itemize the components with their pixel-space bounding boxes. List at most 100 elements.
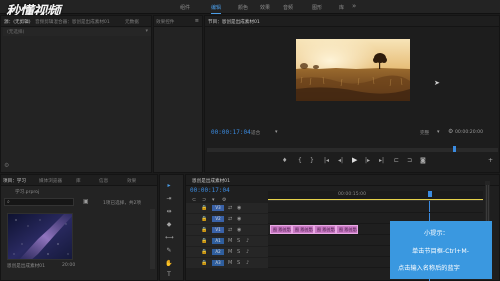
track-label[interactable]: A2 — [212, 249, 224, 255]
slip-tool-icon[interactable]: ⟷ — [165, 234, 174, 241]
work-area-bar[interactable] — [268, 199, 483, 200]
lock-icon[interactable]: 🔒 — [201, 216, 207, 222]
track-header: 🔒 A1 M S ♪ — [186, 236, 268, 246]
tip-line-1: 单击节目框-Ctrl+M- — [412, 248, 469, 255]
track-v3: 🔒 V3 ⇄ ◉ — [186, 203, 483, 213]
program-timecode-current[interactable]: 00:00:17:04 — [211, 129, 251, 136]
quality-dropdown[interactable]: 完整 — [420, 130, 429, 136]
sync-icon[interactable]: ⇄ — [228, 205, 232, 211]
tab-program[interactable]: 节目：恩创是出成素材01 — [208, 19, 260, 25]
tab-effect-controls[interactable]: 效果控件 — [156, 19, 174, 25]
fit-dropdown[interactable]: 适合 — [251, 130, 260, 136]
playhead-icon[interactable] — [428, 191, 432, 197]
tab-sequence[interactable]: 恩创是出成素材01 — [192, 178, 230, 184]
tab-effects[interactable]: 效果 — [127, 178, 136, 184]
wrench-icon[interactable]: ⚙ — [448, 128, 453, 135]
type-tool-icon[interactable]: T — [165, 271, 173, 278]
menu-bar: 组件 编辑 颜色 效果 音频 图形 库 » — [0, 0, 500, 14]
project-file-name: 学习.prproj — [15, 190, 40, 195]
mute-icon[interactable]: M — [228, 238, 232, 244]
media-thumbnail[interactable] — [7, 213, 73, 260]
tab-libraries[interactable]: 库 — [76, 178, 81, 184]
eye-icon[interactable]: ◉ — [237, 227, 241, 233]
go-to-in-icon[interactable]: |◂ — [324, 157, 329, 164]
track-label[interactable]: V1 — [212, 227, 224, 233]
menu-item-color[interactable]: 颜色 — [238, 4, 248, 11]
menu-item-effects[interactable]: 效果 — [260, 4, 270, 11]
step-forward-icon[interactable]: |▸ — [365, 157, 370, 164]
microphone-icon[interactable]: ♪ — [246, 249, 249, 255]
video-clip[interactable]: 图 恩创是出成素材01 — [292, 225, 314, 234]
sync-icon[interactable]: ⇄ — [228, 227, 232, 233]
search-icon: ⌕ — [7, 199, 10, 205]
video-clip[interactable]: 图 恩创是出成素材01 — [314, 225, 336, 234]
source-clip-dropdown[interactable]: (无选择) ▾ — [3, 28, 151, 36]
track-label[interactable]: A1 — [212, 238, 224, 244]
mark-out-icon[interactable]: } — [310, 157, 314, 164]
menu-item-editing[interactable]: 编辑 — [211, 4, 222, 14]
ripple-edit-tool-icon[interactable]: ⇹ — [165, 208, 173, 215]
sync-icon[interactable]: ⇄ — [228, 216, 232, 222]
play-icon[interactable]: ▶ — [352, 156, 357, 164]
media-item-name: 恩创是出成素材01 — [7, 264, 46, 269]
more-icon[interactable]: » — [352, 2, 360, 10]
solo-icon[interactable]: S — [237, 249, 240, 255]
chevron-down-icon: ▾ — [275, 129, 278, 135]
razor-tool-icon[interactable]: ◆ — [165, 221, 173, 228]
media-item-duration: 20:00 — [62, 263, 76, 268]
effect-controls-panel: 效果控件 ≡ — [153, 15, 203, 173]
lock-icon[interactable]: 🔒 — [201, 249, 207, 255]
insert-icon[interactable]: ⊏ — [394, 157, 399, 164]
solo-icon[interactable]: S — [237, 238, 240, 244]
lock-icon[interactable]: 🔒 — [201, 260, 207, 266]
tab-project[interactable]: 项目：学习 — [3, 178, 26, 184]
lock-icon[interactable]: 🔒 — [201, 205, 207, 211]
selection-tool-icon[interactable]: ▸ — [165, 182, 173, 189]
project-panel: 项目：学习 媒体浏览器 库 信息 效果 学习.prproj ⌕ ▣ 1项已选择，… — [0, 174, 158, 281]
menu-item-assembly[interactable]: 组件 — [180, 4, 190, 11]
bin-icon[interactable]: ▣ — [83, 198, 89, 205]
eye-icon[interactable]: ◉ — [237, 205, 241, 211]
timeline-ruler[interactable]: 00:00:15:00 — [268, 191, 483, 201]
tab-info[interactable]: 信息 — [99, 178, 108, 184]
tab-metadata[interactable]: 元数据 — [125, 19, 139, 25]
lock-icon[interactable]: 🔒 — [201, 238, 207, 244]
pen-tool-icon[interactable]: ✎ — [165, 247, 173, 254]
eye-icon[interactable]: ◉ — [237, 216, 241, 222]
microphone-icon[interactable]: ♪ — [246, 238, 249, 244]
mark-in-icon[interactable]: { — [298, 157, 302, 164]
hand-tool-icon[interactable]: ✋ — [165, 260, 173, 267]
wrench-icon[interactable]: ⚙ — [4, 162, 9, 169]
lock-icon[interactable]: 🔒 — [201, 227, 207, 233]
mute-icon[interactable]: M — [228, 260, 232, 266]
menu-item-graphics[interactable]: 图形 — [312, 4, 322, 11]
overwrite-icon[interactable]: ⊐ — [407, 157, 412, 164]
tab-source[interactable]: 源：(无剪辑) — [4, 19, 31, 25]
program-preview-image[interactable] — [296, 39, 410, 101]
track-label[interactable]: V3 — [212, 205, 224, 211]
solo-icon[interactable]: S — [237, 260, 240, 266]
video-clip[interactable]: 图 恩创是出成素材01 — [336, 225, 358, 234]
panel-menu-icon[interactable]: ≡ — [195, 18, 199, 24]
marker-icon[interactable]: ♦ — [282, 157, 287, 164]
video-clip[interactable]: 图 恩创是出成素材01 — [270, 225, 292, 234]
microphone-icon[interactable]: ♪ — [246, 260, 249, 266]
playhead-icon[interactable] — [453, 146, 456, 152]
menu-item-libraries[interactable]: 库 — [339, 4, 344, 11]
menu-item-audio[interactable]: 音频 — [283, 4, 293, 11]
track-label[interactable]: V2 — [212, 216, 224, 222]
timeline-timecode[interactable]: 00:00:17:04 — [190, 187, 230, 194]
tab-audio-clip-mixer[interactable]: 音频剪辑混合器：恩创是出成素材01 — [35, 19, 110, 25]
step-back-icon[interactable]: ◂| — [338, 157, 343, 164]
mute-icon[interactable]: M — [228, 249, 232, 255]
program-scrub-bar[interactable] — [207, 146, 498, 152]
track-select-tool-icon[interactable]: ⇥ — [165, 195, 173, 202]
track-label[interactable]: A3 — [212, 260, 224, 266]
project-search-input[interactable]: ⌕ — [4, 198, 74, 206]
go-to-out-icon[interactable]: ▸| — [379, 157, 384, 164]
project-scrollbar[interactable] — [150, 209, 155, 269]
tab-media-browser[interactable]: 媒体浏览器 — [39, 178, 62, 184]
ruler-timecode: 00:00:15:00 — [338, 192, 367, 197]
camera-icon[interactable]: ◙ — [420, 157, 426, 164]
add-button-icon[interactable]: + — [488, 157, 493, 164]
